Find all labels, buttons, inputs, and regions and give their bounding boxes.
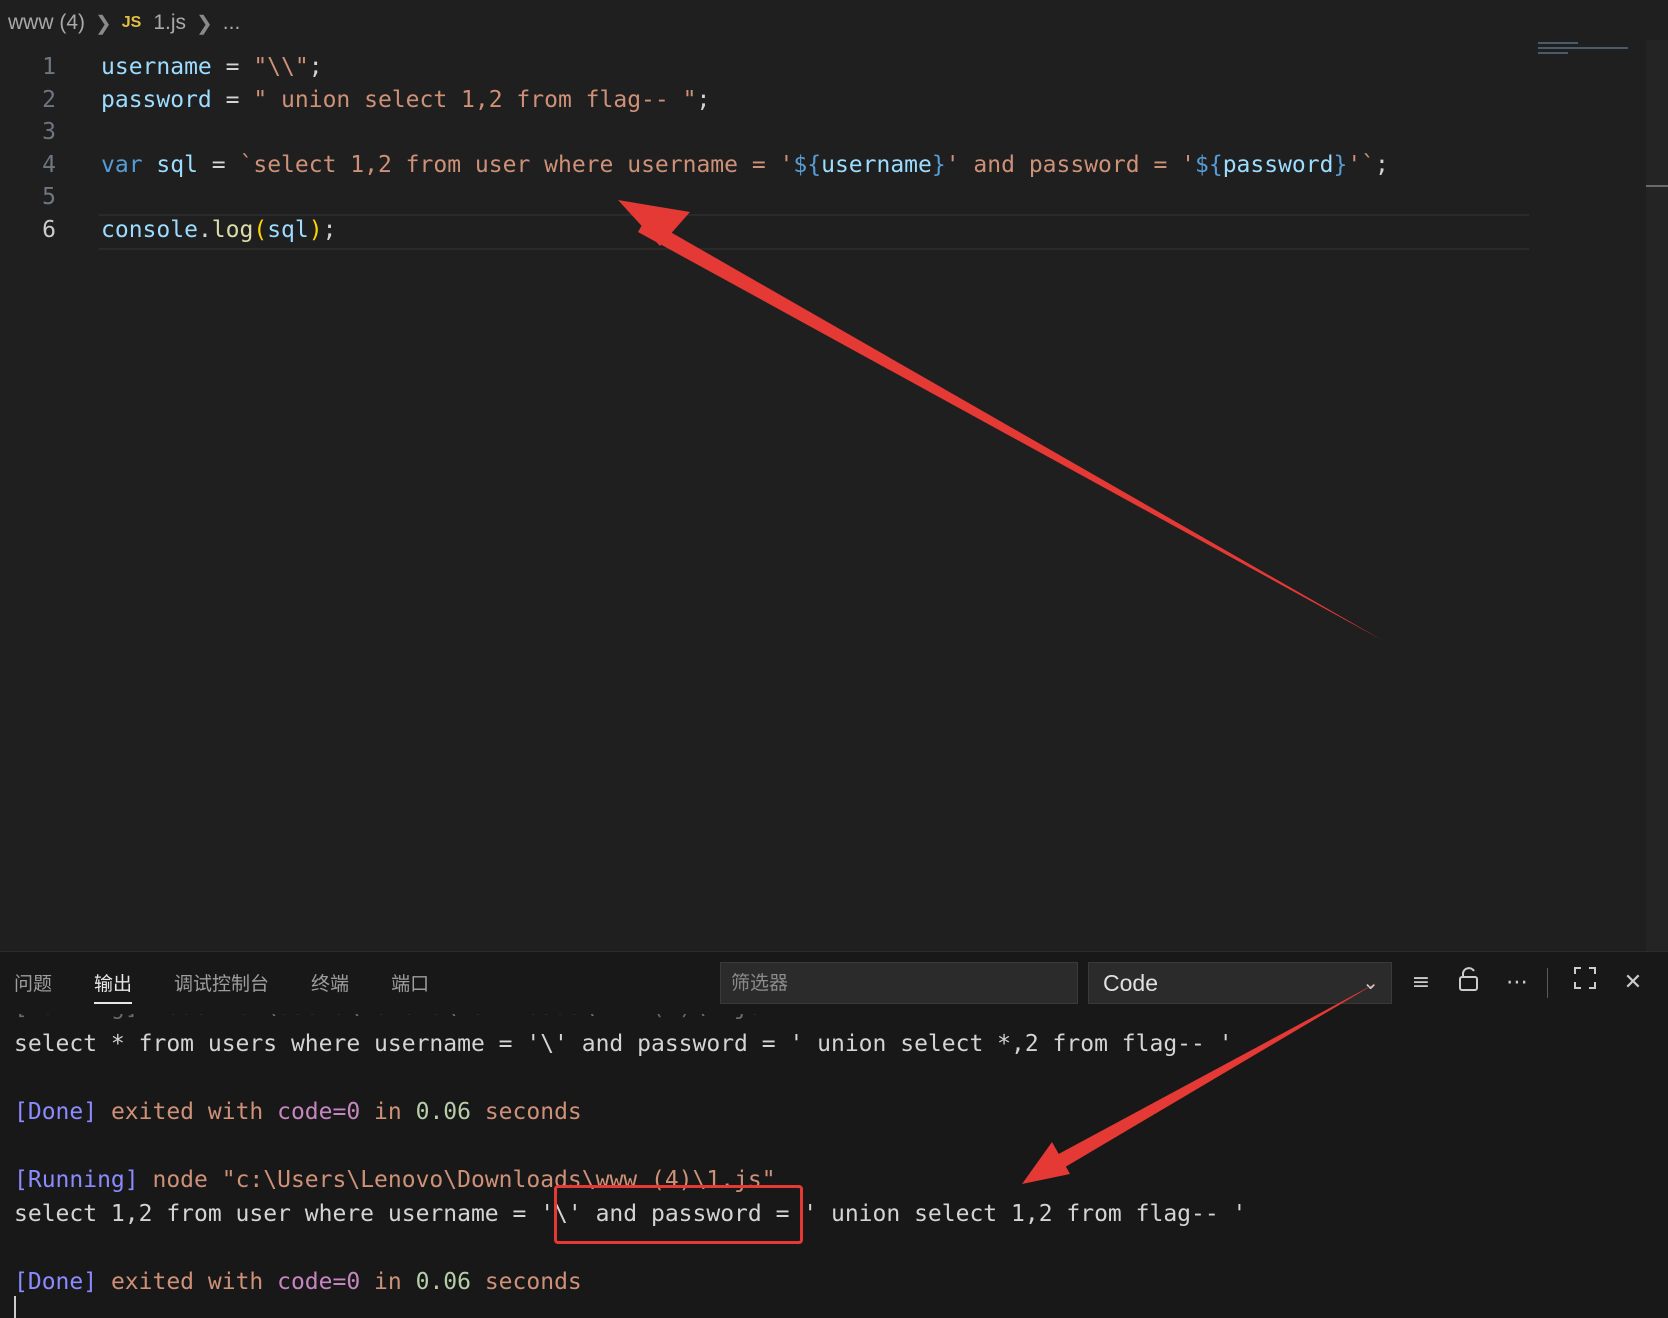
line-number: 5 bbox=[42, 184, 56, 210]
line-number: 3 bbox=[42, 119, 56, 145]
tab-debug-console[interactable]: 调试控制台 bbox=[174, 952, 269, 1016]
panel-tabs: 问题 输出 调试控制台 终端 端口 bbox=[0, 952, 457, 1016]
output-line-clipped: [Running] node "c:\Users\Lenovo\Download… bbox=[14, 1014, 1414, 1024]
breadcrumb-more[interactable]: ... bbox=[223, 11, 241, 35]
code-text: var sql = `select 1,2 from user where us… bbox=[101, 151, 1389, 178]
line-number: 1 bbox=[42, 54, 56, 80]
chevron-right-icon: ❯ bbox=[95, 12, 112, 35]
breadcrumb-file[interactable]: 1.js bbox=[153, 11, 186, 35]
editor-scrollbar[interactable] bbox=[1646, 40, 1668, 990]
breadcrumb: www (4) ❯ JS 1.js ❯ ... bbox=[0, 0, 1668, 46]
tab-ports[interactable]: 端口 bbox=[391, 952, 429, 1016]
javascript-file-icon: JS bbox=[121, 14, 142, 31]
line-number: 6 bbox=[42, 216, 56, 243]
maximize-panel-icon[interactable] bbox=[1570, 966, 1600, 1000]
tab-terminal[interactable]: 终端 bbox=[311, 952, 349, 1016]
code-text: username = "\\"; bbox=[101, 54, 323, 80]
text-cursor bbox=[14, 1296, 16, 1318]
code-text: console.log(sql); bbox=[101, 216, 337, 243]
more-actions-icon[interactable]: ⋯ bbox=[1502, 966, 1532, 1000]
chevron-down-icon: ⌄ bbox=[1362, 972, 1379, 994]
output-line: select * from users where username = '\'… bbox=[14, 1031, 1233, 1057]
output-panel: 问题 输出 调试控制台 终端 端口 筛选器 Code ⌄ ≡ ⋯ ✕ [Runn… bbox=[0, 951, 1668, 1318]
tab-problems[interactable]: 问题 bbox=[14, 952, 52, 1016]
code-text: password = " union select 1,2 from flag-… bbox=[101, 86, 711, 113]
output-line: [Done] exited with code=0 in 0.06 second… bbox=[14, 1269, 582, 1295]
output-channel-select[interactable]: Code ⌄ bbox=[1088, 962, 1392, 1004]
highlight-box bbox=[554, 1185, 803, 1244]
line-number: 4 bbox=[42, 151, 56, 178]
chevron-right-icon: ❯ bbox=[196, 12, 213, 35]
clear-output-icon[interactable]: ≡ bbox=[1406, 966, 1436, 1000]
code-editor[interactable]: 1 username = "\\"; 2 password = " union sel… bbox=[0, 46, 1648, 951]
lock-scroll-icon[interactable] bbox=[1454, 966, 1484, 1000]
line-number: 2 bbox=[42, 86, 56, 113]
output-line: [Done] exited with code=0 in 0.06 second… bbox=[14, 1099, 582, 1125]
close-panel-icon[interactable]: ✕ bbox=[1618, 966, 1648, 1000]
tab-output[interactable]: 输出 bbox=[94, 952, 133, 1016]
breadcrumb-folder[interactable]: www (4) bbox=[8, 11, 85, 35]
output-channel-value: Code bbox=[1103, 970, 1158, 996]
filter-input[interactable]: 筛选器 bbox=[720, 962, 1078, 1004]
